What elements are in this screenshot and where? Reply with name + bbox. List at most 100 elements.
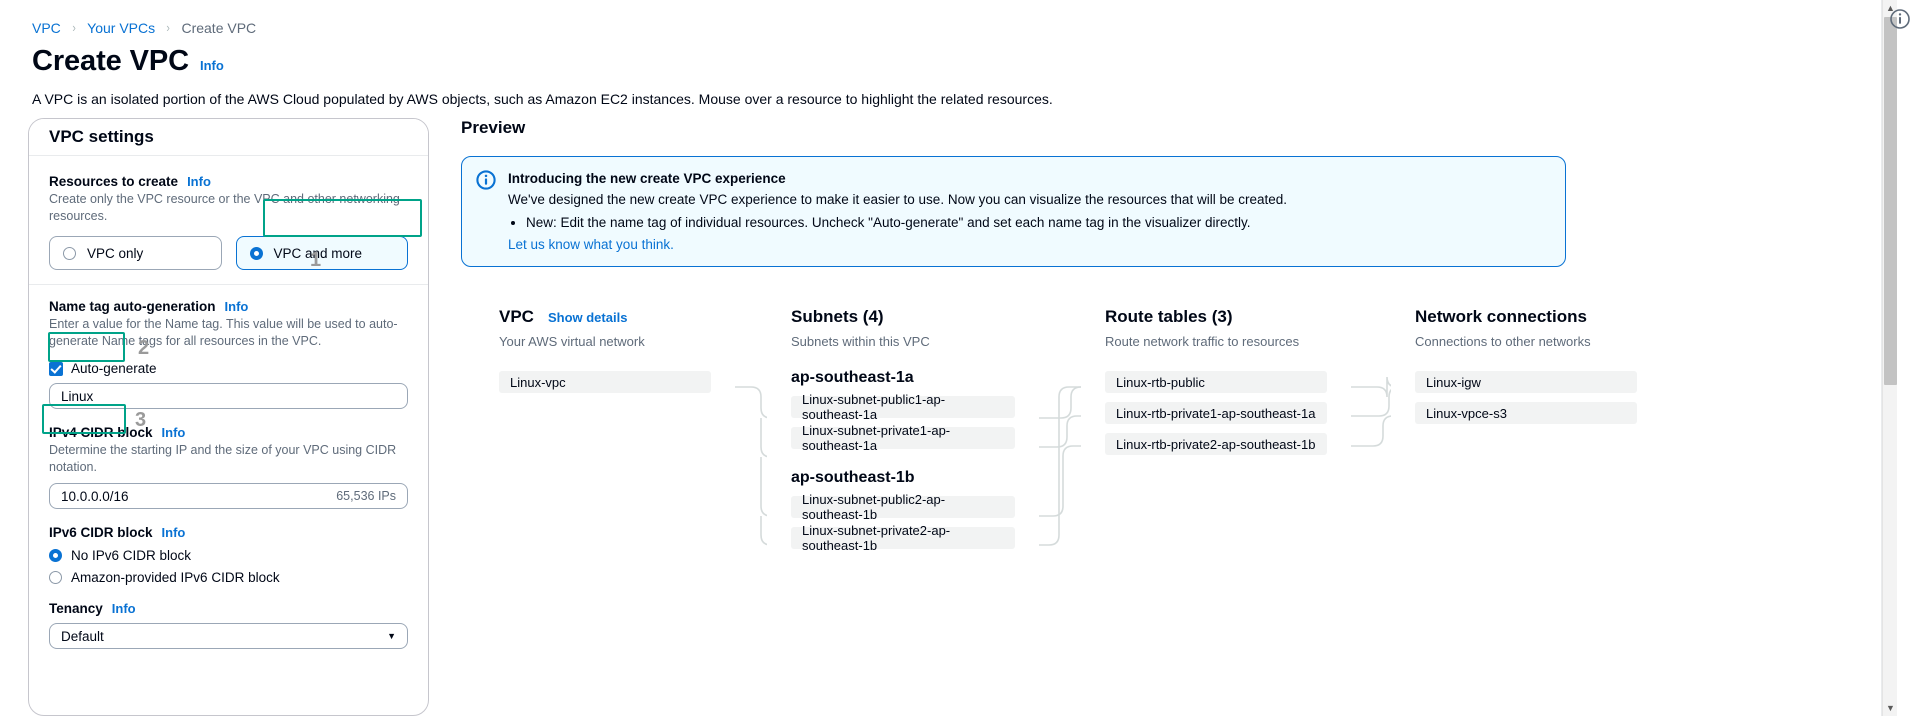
vpc-settings-body: Resources to create Info Create only the… [29, 156, 428, 649]
diagram-card-title-row: Network connections [1391, 307, 1661, 327]
ipv4-cidr-input[interactable]: 10.0.0.0/16 65,536 IPs [49, 483, 408, 509]
diagram-card-route-tables: Route tables (3) Route network traffic t… [1081, 290, 1351, 528]
resources-to-create-description: Create only the VPC resource or the VPC … [49, 192, 400, 223]
radio-indicator [63, 246, 76, 260]
diagram-card-subtitle: Route network traffic to resources [1105, 334, 1300, 349]
ipv4-cidr-description: Determine the starting IP and the size o… [49, 443, 397, 474]
ipv4-cidr-ip-count: 65,536 IPs [336, 489, 396, 503]
diagram-card-vpc: VPC Show details Your AWS virtual networ… [475, 290, 735, 570]
diagram-card-title: Route tables (3) [1105, 307, 1233, 326]
auto-generate-label: Auto-generate [71, 361, 157, 376]
resources-to-create-options: VPC only VPC and more [49, 236, 408, 270]
diagram-resource-chip-subnet-private1[interactable]: Linux-subnet-private1-ap-southeast-1a [791, 423, 1015, 453]
ipv6-cidr-info-link[interactable]: Info [162, 525, 186, 540]
diagram-resource-chip-subnet-public2[interactable]: Linux-subnet-public2-ap-southeast-1b [791, 492, 1015, 522]
preview-panel: Preview Introducing the new create VPC e… [461, 118, 1909, 580]
resource-preview-diagram: VPC Show details Your AWS virtual networ… [461, 290, 1909, 580]
info-alert: Introducing the new create VPC experienc… [461, 156, 1566, 267]
page-description: A VPC is an isolated portion of the AWS … [32, 91, 1053, 107]
name-tag-description: Enter a value for the Name tag. This val… [49, 317, 398, 348]
info-circle-icon [476, 170, 496, 190]
diagram-resource-chip-subnet-private2[interactable]: Linux-subnet-private2-ap-southeast-1b [791, 523, 1015, 553]
page-content: VPC › Your VPCs › Create VPC Create VPC … [0, 0, 1881, 716]
breadcrumb-item-your-vpcs[interactable]: Your VPCs [87, 19, 155, 37]
page-title: Create VPC [32, 45, 189, 77]
name-tag-input-value: Linux [61, 388, 94, 404]
ipv4-cidr-field: IPv4 CIDR block Info Determine the start… [49, 425, 408, 509]
scrollbar-thumb[interactable] [1884, 17, 1897, 385]
preview-title: Preview [461, 118, 526, 137]
tenancy-field: Tenancy Info Default ▼ [49, 601, 408, 649]
resources-to-create-label-row: Resources to create Info [49, 174, 408, 189]
diagram-resource-chip-vpc[interactable]: Linux-vpc [499, 371, 711, 393]
breadcrumb-separator-icon: › [166, 20, 171, 35]
radio-amazon-provided-ipv6-cidr-block[interactable]: Amazon-provided IPv6 CIDR block [49, 570, 408, 585]
diagram-card-subnets: Subnets (4) Subnets within this VPC ap-s… [767, 290, 1039, 570]
tenancy-select-value: Default [61, 628, 104, 644]
radio-label: Amazon-provided IPv6 CIDR block [71, 570, 280, 585]
info-alert-bullets: New: Edit the name tag of individual res… [526, 212, 1287, 234]
radio-indicator [49, 571, 62, 584]
radio-tile-vpc-and-more[interactable]: VPC and more [235, 236, 408, 270]
diagram-card-title: Subnets (4) [791, 307, 884, 326]
diagram-card-subtitle: Connections to other networks [1415, 334, 1591, 349]
auto-generate-checkbox-row[interactable]: Auto-generate [49, 361, 408, 376]
tenancy-select[interactable]: Default ▼ [49, 623, 408, 649]
diagram-resource-chip-vpce-s3[interactable]: Linux-vpce-s3 [1415, 402, 1637, 424]
radio-label: No IPv6 CIDR block [71, 548, 192, 563]
ipv4-cidr-label-row: IPv4 CIDR block Info [49, 425, 408, 440]
help-circle-icon[interactable] [1889, 8, 1911, 30]
ipv4-cidr-info-link[interactable]: Info [162, 425, 186, 440]
vpc-settings-header: VPC settings [29, 119, 428, 156]
create-vpc-page: VPC › Your VPCs › Create VPC Create VPC … [0, 0, 1919, 716]
diagram-card-title-row: Subnets (4) [767, 307, 1039, 327]
diagram-resource-chip-rtb-private2[interactable]: Linux-rtb-private2-ap-southeast-1b [1105, 433, 1327, 455]
radio-tile-vpc-only[interactable]: VPC only [49, 236, 222, 270]
tenancy-info-link[interactable]: Info [112, 601, 136, 616]
feedback-link[interactable]: Let us know what you think. [508, 237, 674, 252]
page-scrollbar[interactable]: ▲ ▼ [1882, 0, 1897, 716]
diagram-card-title: Network connections [1415, 307, 1587, 326]
name-tag-label-row: Name tag auto-generation Info [49, 299, 408, 314]
breadcrumb-separator-icon: › [72, 20, 76, 35]
diagram-card-title-row: Route tables (3) [1081, 307, 1351, 327]
scroll-down-arrow-icon[interactable]: ▼ [1883, 700, 1898, 716]
breadcrumb-item-create-vpc: Create VPC [181, 20, 257, 36]
vpc-settings-title: VPC settings [49, 127, 154, 146]
radio-indicator-selected [49, 549, 62, 562]
info-alert-bullet: New: Edit the name tag of individual res… [526, 212, 1287, 234]
diagram-card-network-connections: Network connections Connections to other… [1391, 290, 1661, 500]
page-header: Create VPC Info [32, 45, 224, 78]
name-tag-field: Name tag auto-generation Info Enter a va… [49, 299, 408, 409]
diagram-resource-chip-rtb-public[interactable]: Linux-rtb-public [1105, 371, 1327, 393]
radio-tile-label: VPC only [87, 245, 144, 261]
diagram-resource-chip-igw[interactable]: Linux-igw [1415, 371, 1637, 393]
ipv6-cidr-field: IPv6 CIDR block Info No IPv6 CIDR block … [49, 525, 408, 585]
ipv6-cidr-label: IPv6 CIDR block [49, 525, 153, 540]
auto-generate-checkbox[interactable] [49, 361, 63, 376]
breadcrumb: VPC › Your VPCs › Create VPC [32, 19, 256, 37]
name-tag-label: Name tag auto-generation [49, 299, 216, 314]
radio-no-ipv6-cidr-block[interactable]: No IPv6 CIDR block [49, 548, 408, 563]
info-alert-body: We've designed the new create VPC experi… [508, 192, 1287, 207]
page-title-info-link[interactable]: Info [200, 58, 224, 73]
info-alert-title: Introducing the new create VPC experienc… [508, 171, 786, 186]
ipv4-cidr-label: IPv4 CIDR block [49, 425, 153, 440]
diagram-card-title-row: VPC Show details [475, 307, 735, 327]
show-details-link[interactable]: Show details [548, 310, 627, 325]
diagram-resource-chip-rtb-private1[interactable]: Linux-rtb-private1-ap-southeast-1a [1105, 402, 1327, 424]
ipv6-cidr-options: No IPv6 CIDR block Amazon-provided IPv6 … [49, 548, 408, 585]
tenancy-label-row: Tenancy Info [49, 601, 408, 616]
ipv6-cidr-label-row: IPv6 CIDR block Info [49, 525, 408, 540]
breadcrumb-item-vpc[interactable]: VPC [32, 19, 61, 37]
info-alert-content: Introducing the new create VPC experienc… [508, 169, 1287, 254]
ipv4-cidr-input-value: 10.0.0.0/16 [61, 488, 129, 504]
radio-tile-label: VPC and more [273, 245, 363, 261]
diagram-card-subtitle: Subnets within this VPC [791, 334, 930, 349]
diagram-resource-chip-subnet-public1[interactable]: Linux-subnet-public1-ap-southeast-1a [791, 392, 1015, 422]
resources-to-create-info-link[interactable]: Info [187, 174, 211, 189]
radio-indicator-selected [249, 246, 263, 260]
name-tag-input[interactable]: Linux [49, 383, 408, 409]
vpc-settings-card: VPC settings Resources to create Info Cr… [28, 118, 429, 716]
name-tag-info-link[interactable]: Info [225, 299, 249, 314]
